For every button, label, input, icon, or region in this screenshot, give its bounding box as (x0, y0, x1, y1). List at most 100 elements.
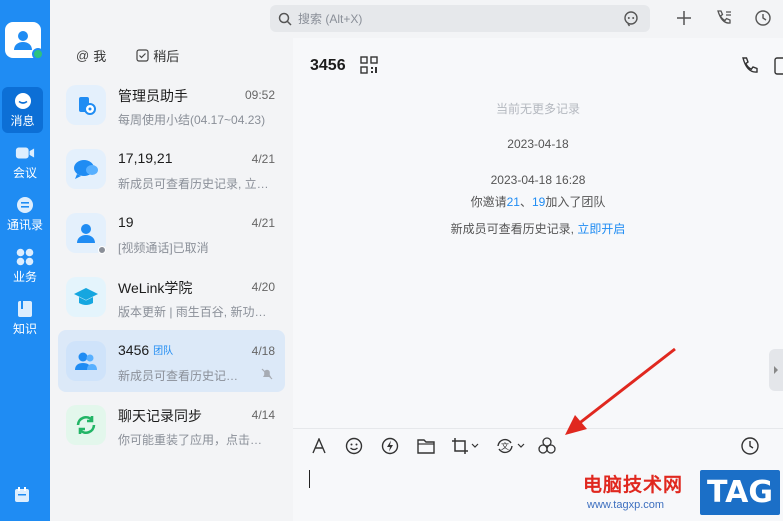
chat-title: 3456 (310, 57, 346, 74)
conversation-item[interactable]: 管理员助手 09:52 每周使用小结(04.17~04.23) (58, 74, 285, 136)
video-icon (15, 144, 35, 162)
conversation-name: 管理员助手 (118, 88, 188, 104)
voice-assistant-icon[interactable] (622, 10, 640, 33)
text-format-icon[interactable] (311, 437, 327, 455)
team-avatar (66, 341, 106, 381)
chat-header: 3456 (293, 38, 783, 94)
user-icon (14, 31, 32, 50)
user-link[interactable]: 21 (507, 195, 520, 209)
online-status-badge (32, 48, 44, 60)
checkbox-icon (136, 49, 149, 62)
enable-history-link[interactable]: 立即开启 (577, 222, 625, 236)
conversation-preview: 新成员可查看历史记录, 立即开启 (118, 177, 274, 191)
nav-label: 知识 (12, 321, 37, 336)
no-more-records-text: 当前无更多记录 (495, 102, 580, 116)
qr-code-icon[interactable] (360, 56, 378, 79)
conversation-item[interactable]: 17,19,21 4/21 新成员可查看历史记录, 立即开启 (58, 138, 285, 200)
conversation-preview: 新成员可查看历史记录, 立即开启 (118, 369, 248, 383)
conversation-item-selected[interactable]: 3456团队 4/18 新成员可查看历史记录, 立即开启 (58, 330, 285, 392)
conversation-name: 3456 团队 (118, 342, 174, 358)
history-system-message: 新成员可查看历史记录, 立即开启 (450, 222, 626, 236)
watermark-url: www.tagxp.com (587, 499, 665, 511)
sync-icon (66, 405, 106, 445)
conversation-preview: 每周使用小结(04.17~04.23) (118, 113, 266, 127)
call-log-icon[interactable] (714, 8, 734, 28)
invite-system-message: 你邀请21、19加入了团队 (470, 195, 606, 209)
top-bar: 搜索 (Alt+X) (50, 0, 783, 38)
tab-label: 我 (93, 49, 107, 64)
chevron-down-icon (517, 443, 525, 448)
conversation-name: 聊天记录同步 (118, 408, 202, 424)
conversation-time: 4/21 (251, 152, 275, 166)
nav-label: 业务 (12, 269, 37, 284)
contacts-icon (15, 196, 35, 214)
add-icon[interactable] (674, 8, 694, 28)
conversation-time: 4/20 (251, 280, 275, 294)
conversation-list: @ 我 稍后 管理员助手 09:52 每周使用小结(04.17~04.23) 1… (50, 38, 293, 521)
conversation-time: 4/21 (251, 216, 275, 230)
nav-item-contacts[interactable]: 通讯录 (0, 191, 50, 237)
nav-label: 消息 (10, 113, 35, 128)
search-placeholder: 搜索 (Alt+X) (298, 12, 363, 26)
search-icon (278, 12, 292, 26)
book-icon (15, 300, 35, 318)
conversation-name: 19 (118, 214, 134, 230)
tab-label: 稍后 (153, 49, 180, 64)
nav-item-knowledge[interactable]: 知识 (0, 295, 50, 341)
nav-label: 通讯录 (6, 217, 43, 232)
tab-mentions[interactable]: @ 我 (76, 46, 106, 65)
left-nav: 消息 会议 通讯录 业务 知识 (0, 0, 50, 521)
conversation-filter-tabs: @ 我 稍后 (76, 46, 179, 65)
voice-to-text-icon[interactable]: 文 (495, 437, 525, 455)
conversation-item[interactable]: 19 4/21 [视频通话]已取消 (58, 202, 285, 264)
at-icon: @ (76, 48, 90, 63)
expand-side-panel-handle[interactable] (769, 349, 783, 391)
conversation-time: 09:52 (244, 88, 275, 102)
text-cursor (309, 470, 310, 488)
conversation-name: WeLink学院 (118, 280, 193, 296)
group-chat-avatar (66, 149, 106, 189)
composer-toolbar: 文 (293, 428, 783, 462)
group-mention-icon[interactable] (537, 437, 557, 455)
muted-bell-icon (261, 367, 273, 385)
svg-text:文: 文 (501, 441, 509, 451)
date-divider: 2023-04-18 16:28 (490, 173, 586, 187)
watermark-site-name: 电脑技术网 (583, 475, 684, 496)
watermark-logo: TAG (700, 470, 780, 515)
conversation-item[interactable]: WeLink学院 4/20 版本更新 | 雨生百谷, 新功能上线 (58, 266, 285, 328)
nav-item-meetings[interactable]: 会议 (0, 139, 50, 185)
conversation-time: 4/18 (251, 344, 275, 358)
emoji-icon[interactable] (345, 437, 363, 455)
flash-icon[interactable] (381, 437, 399, 455)
team-tag: 团队 (153, 346, 174, 357)
nav-item-apps[interactable]: 业务 (0, 243, 50, 289)
folder-icon[interactable] (417, 437, 435, 455)
search-box[interactable]: 搜索 (Alt+X) (270, 5, 650, 32)
conversation-name: 17,19,21 (118, 150, 173, 166)
chevron-down-icon (471, 443, 479, 448)
conversation-preview: [视频通话]已取消 (118, 241, 209, 255)
tab-later[interactable]: 稍后 (136, 46, 179, 65)
message-icon (13, 92, 33, 110)
calendar-icon[interactable] (13, 486, 33, 506)
message-area: 当前无更多记录 2023-04-18 2023-04-18 16:28 你邀请2… (293, 94, 783, 424)
nav-label: 会议 (12, 165, 37, 180)
conversation-item[interactable]: 聊天记录同步 4/14 你可能重装了应用，点击同步聊天记录 (58, 394, 285, 456)
user-avatar[interactable] (5, 22, 44, 60)
more-panel-icon[interactable] (774, 56, 783, 81)
phone-icon[interactable] (739, 56, 759, 81)
offline-status-dot (98, 246, 106, 254)
nav-item-messages[interactable]: 消息 (2, 87, 43, 133)
graduation-cap-icon (66, 277, 106, 317)
clock-icon[interactable] (740, 437, 760, 455)
admin-assistant-avatar (66, 85, 106, 125)
user-link[interactable]: 19 (532, 195, 545, 209)
apps-icon (15, 248, 35, 266)
annotation-arrow (565, 347, 676, 435)
conversation-time: 4/14 (251, 408, 275, 422)
screenshot-crop-icon[interactable] (451, 437, 479, 455)
history-icon[interactable] (753, 8, 773, 28)
chat-pane: 3456 当前无更多记录 2023-04-18 2023-04-18 16:28… (293, 38, 783, 521)
chevron-right-icon (774, 366, 778, 374)
date-divider: 2023-04-18 (507, 137, 569, 151)
